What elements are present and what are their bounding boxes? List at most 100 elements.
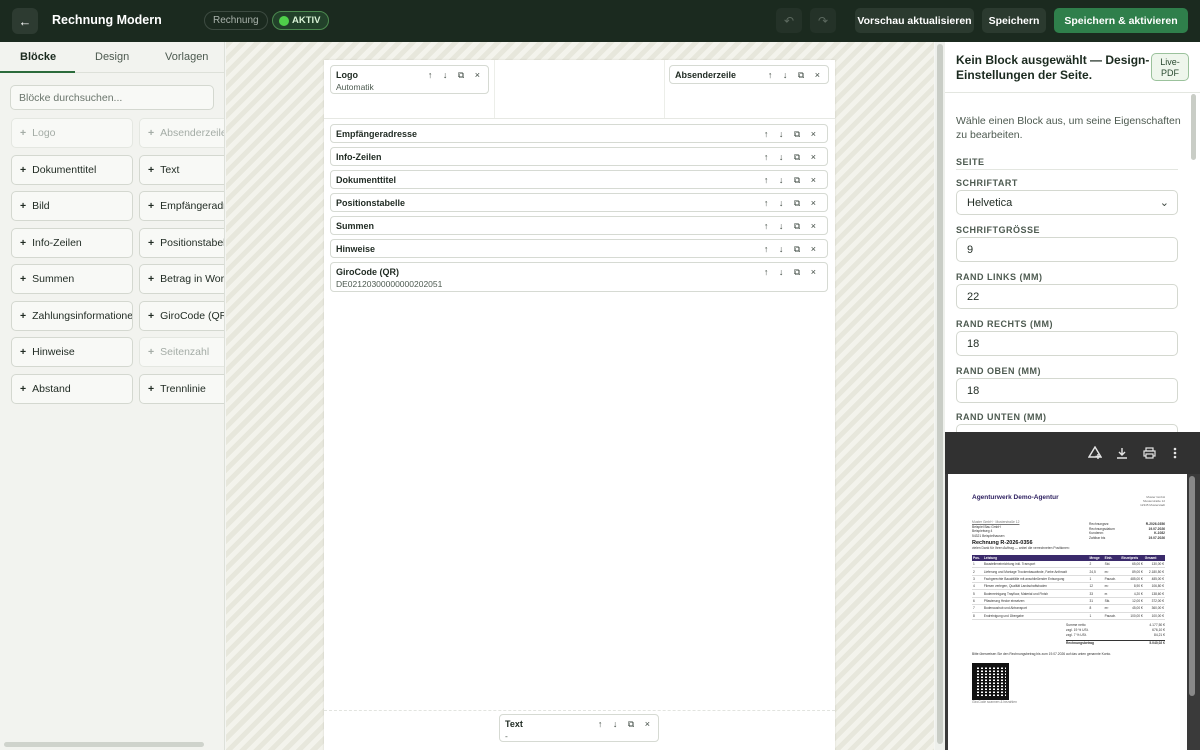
- pdf-table-cell: 8,90 €: [1120, 582, 1144, 591]
- status-label: AKTIV: [292, 15, 321, 26]
- block-item[interactable]: + Bild: [11, 191, 133, 221]
- block-item-label: Betrag in Worten: [160, 273, 225, 285]
- plus-icon: +: [20, 346, 27, 358]
- pdf-scrollbar[interactable]: [1189, 476, 1195, 696]
- save-activate-button[interactable]: Speichern & aktivieren: [1054, 8, 1188, 33]
- block-item-label: Summen: [32, 273, 75, 285]
- undo-icon: ↶: [783, 13, 795, 28]
- canvas-block[interactable]: Logo Automatik ↑ ↓ ⧉ ×: [330, 65, 489, 94]
- block-controls[interactable]: ↑ ↓ ⧉ ×: [764, 220, 820, 233]
- field-label: SCHRIFTGRÖSSE: [956, 225, 1041, 235]
- arrow-left-icon: ←: [18, 13, 32, 29]
- block-controls[interactable]: ↑ ↓ ⧉ ×: [764, 243, 820, 256]
- canvas-block-name: Hinweise: [336, 244, 376, 254]
- tab-design[interactable]: Design: [95, 51, 129, 63]
- canvas-block-subtitle: DE02120300000000202051: [336, 279, 443, 289]
- block-item[interactable]: + Betrag in Worten: [139, 264, 225, 294]
- field-label: RAND LINKS (MM): [956, 272, 1043, 282]
- block-item[interactable]: + Positionstabelle: [139, 227, 224, 258]
- block-item[interactable]: + Info-Zeilen: [11, 227, 133, 258]
- panel-divider: [945, 92, 1200, 93]
- block-item[interactable]: + Dokumenttitel: [11, 154, 133, 185]
- drive-add-icon[interactable]: [1087, 445, 1103, 461]
- canvas-block-name: GiroCode (QR): [336, 267, 399, 277]
- print-icon[interactable]: [1141, 445, 1157, 461]
- block-item-label: Zahlungsinformationen: [32, 309, 133, 322]
- refresh-preview-button[interactable]: Vorschau aktualisieren: [855, 8, 974, 33]
- canvas-block[interactable]: Text - ↑ ↓ ⧉ ×: [499, 714, 659, 742]
- plus-icon: +: [148, 163, 155, 176]
- pdf-table-row: 6 Pflasterung Hecke einsetzen 31 Stk. 12,00 …: [972, 597, 1165, 606]
- block-item-label: Text: [160, 163, 180, 176]
- field-input[interactable]: [956, 424, 1178, 432]
- pdf-table-cell: m²: [1103, 567, 1121, 576]
- block-item-label: Dokumenttitel: [32, 163, 97, 176]
- pdf-table-cell: Fachgerechte Bauabfälle mit anschließend…: [982, 575, 1089, 584]
- block-item[interactable]: + Text: [139, 154, 224, 185]
- plus-icon: +: [20, 127, 27, 139]
- pdf-table-cell: 360,00 €: [1143, 604, 1165, 613]
- sidebar-tabs: Blöcke Design Vorlagen: [0, 42, 224, 73]
- pdf-table-cell: 100,00 €: [1143, 612, 1165, 620]
- block-controls[interactable]: ↑ ↓ ⧉ ×: [764, 128, 820, 141]
- canvas-block[interactable]: Dokumenttitel ↑ ↓ ⧉ ×: [330, 170, 828, 189]
- pdf-table-row: 2 Lieferung und Montage Trockenbauwände, …: [972, 567, 1165, 576]
- pdf-info-lines: Rechnungsnr. R-2026-0356 Rechnungsdatum 19.…: [1089, 522, 1165, 540]
- plus-icon: +: [20, 273, 27, 285]
- block-search-input[interactable]: [10, 85, 214, 110]
- back-button[interactable]: ←: [12, 8, 38, 34]
- block-item[interactable]: + GiroCode (QR): [139, 300, 224, 331]
- canvas-block[interactable]: Positionstabelle ↑ ↓ ⧉ ×: [330, 193, 828, 212]
- horizontal-scrollbar[interactable]: [4, 742, 204, 747]
- template-title: Rechnung Modern: [52, 13, 162, 27]
- field-input[interactable]: 18: [956, 378, 1178, 403]
- block-controls[interactable]: ↑ ↓ ⧉ ×: [428, 69, 484, 82]
- canvas-block[interactable]: Hinweise ↑ ↓ ⧉ ×: [330, 239, 828, 258]
- undo-button[interactable]: ↶: [776, 8, 802, 33]
- more-icon[interactable]: [1167, 445, 1183, 461]
- canvas-block[interactable]: Info-Zeilen ↑ ↓ ⧉ ×: [330, 147, 828, 166]
- block-controls[interactable]: ↑ ↓ ⧉ ×: [598, 718, 654, 731]
- block-item[interactable]: + Hinweise: [11, 337, 133, 367]
- block-item-label: Trennlinie: [160, 382, 206, 395]
- block-controls[interactable]: ↑ ↓ ⧉ ×: [764, 174, 820, 187]
- tab-bloecke[interactable]: Blöcke: [20, 51, 56, 63]
- save-button[interactable]: Speichern: [982, 8, 1046, 33]
- scrollbar-thumb[interactable]: [937, 44, 943, 744]
- block-item[interactable]: + Zahlungsinformationen: [11, 300, 133, 331]
- download-icon[interactable]: [1114, 445, 1130, 461]
- canvas-block[interactable]: GiroCode (QR) DE02120300000000202051 ↑ ↓ ⧉…: [330, 262, 828, 292]
- block-item[interactable]: + Summen: [11, 264, 133, 294]
- pdf-table-row: 4 Fliesen verlegen, Qualität Landschaftsb…: [972, 582, 1165, 591]
- header-column-divider: [664, 60, 665, 118]
- block-controls[interactable]: ↑ ↓ ⧉ ×: [764, 197, 820, 210]
- block-controls[interactable]: ↑ ↓ ⧉ ×: [764, 151, 820, 164]
- pdf-table-cell: 138,60 €: [1143, 589, 1165, 598]
- field-input[interactable]: 18: [956, 331, 1178, 356]
- pdf-table-cell: 7: [972, 604, 983, 613]
- block-item[interactable]: + Trennlinie: [139, 373, 224, 404]
- block-controls[interactable]: ↑ ↓ ⧉ ×: [764, 266, 820, 279]
- redo-button[interactable]: ↷: [810, 8, 836, 33]
- pdf-table-cell: Pausch.: [1103, 575, 1121, 584]
- canvas-block[interactable]: Empfängeradresse ↑ ↓ ⧉ ×: [330, 124, 828, 143]
- page-preview: Logo Automatik ↑ ↓ ⧉ × Absenderzeile ↑ ↓ ⧉ ×…: [324, 60, 835, 750]
- field-input[interactable]: 22: [956, 284, 1178, 309]
- canvas-block[interactable]: Summen ↑ ↓ ⧉ ×: [330, 216, 828, 235]
- plus-icon: +: [148, 346, 155, 358]
- header-divider: [324, 118, 835, 119]
- block-controls[interactable]: ↑ ↓ ⧉ ×: [768, 69, 824, 82]
- pdf-table-cell: 4,20 €: [1120, 589, 1144, 598]
- field-input[interactable]: 9: [956, 237, 1178, 262]
- block-item-label: Seitenzahl: [160, 346, 210, 358]
- tab-vorlagen[interactable]: Vorlagen: [165, 51, 208, 63]
- canvas-block[interactable]: Absenderzeile ↑ ↓ ⧉ ×: [669, 65, 829, 84]
- live-pdf-button[interactable]: Live-PDF: [1151, 53, 1189, 81]
- panel-scrollbar[interactable]: [1191, 94, 1196, 160]
- block-item[interactable]: + Abstand: [11, 373, 133, 404]
- canvas-scrollbar[interactable]: [935, 42, 945, 750]
- chevron-down-icon: ⌄: [1159, 197, 1169, 209]
- font-select[interactable]: Helvetica ⌄: [956, 190, 1178, 215]
- block-item[interactable]: + Empfängeradresse: [139, 191, 224, 221]
- pdf-table-cell: 1: [972, 560, 983, 569]
